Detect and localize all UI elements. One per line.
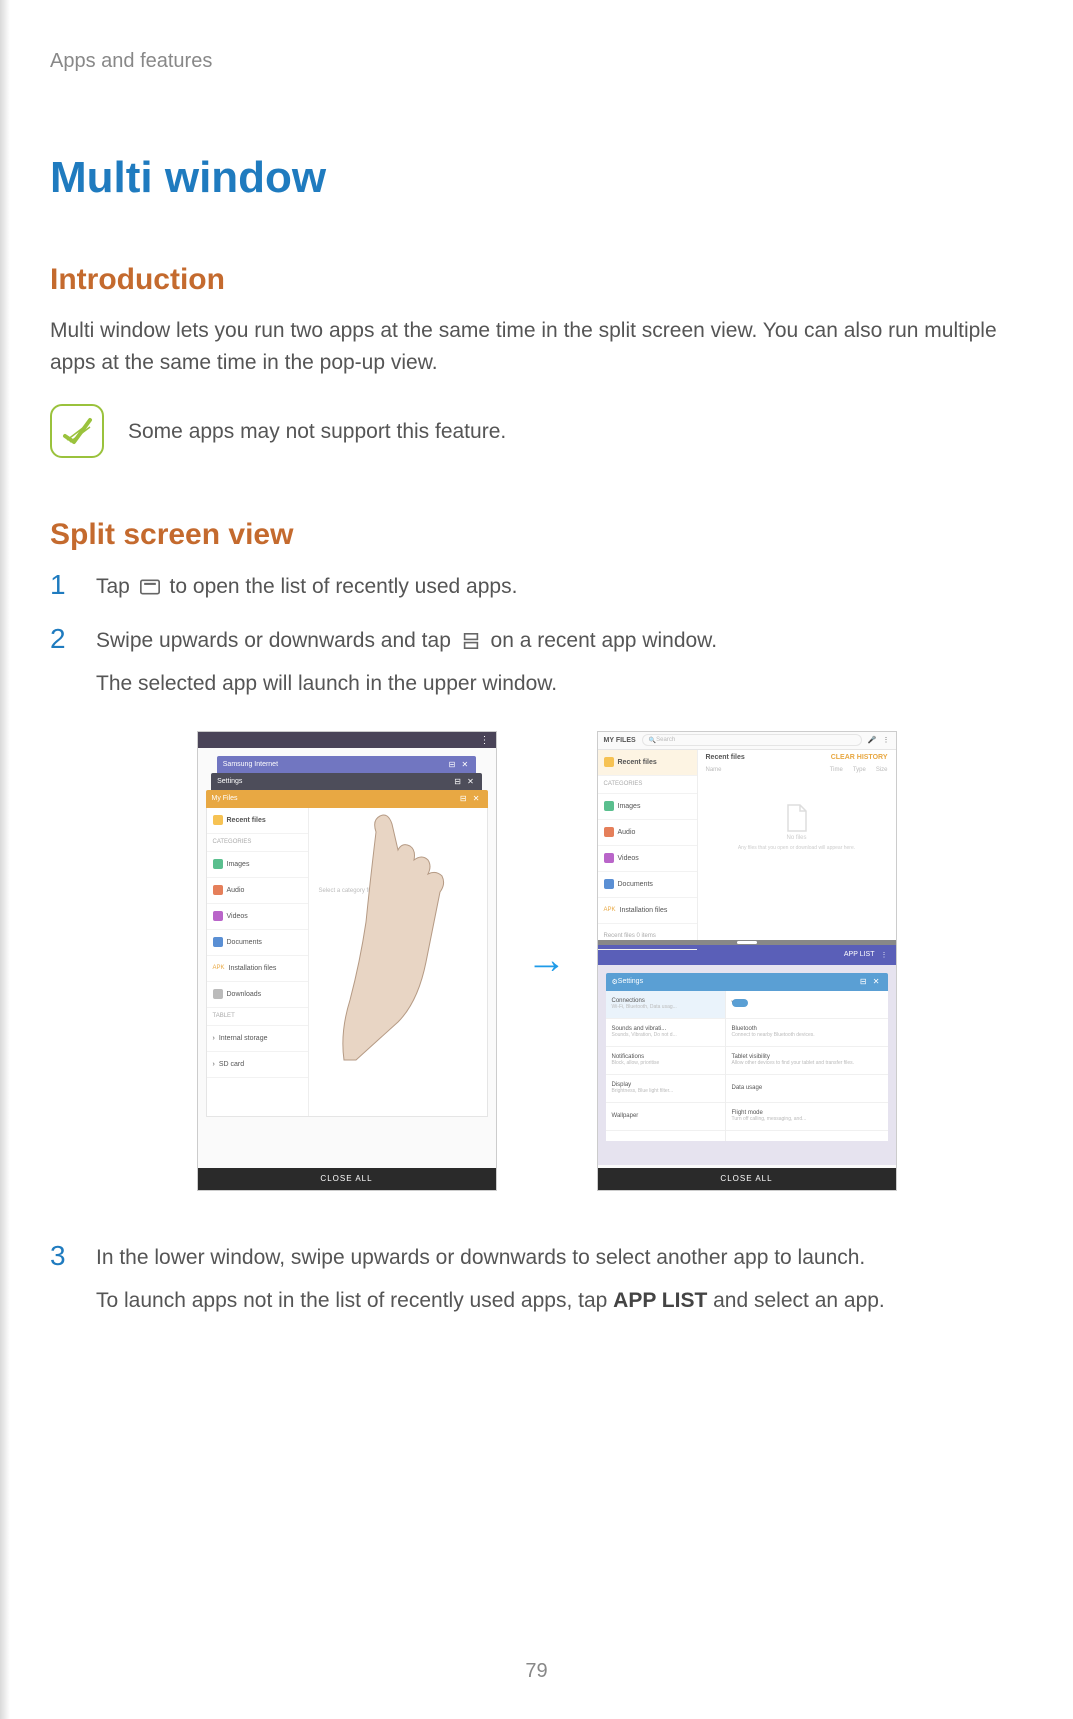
- step-number: 2: [50, 624, 78, 701]
- sidebar-category-label: CATEGORIES: [207, 834, 308, 852]
- stack-card: My Files⊟ ✕: [206, 790, 488, 808]
- sidebar-item: Images: [598, 794, 697, 820]
- panel-title: Recent files: [706, 754, 745, 761]
- empty-state: No files Any files that you open or down…: [706, 803, 888, 851]
- card-stack: Samsung Internet⊟ ✕ Settings⊟ ✕ My Files…: [198, 748, 496, 1117]
- section-heading-split: Split screen view: [50, 518, 1043, 552]
- sidebar-item: Documents: [207, 930, 308, 956]
- settings-item: Wallpaper: [606, 1103, 725, 1131]
- sidebar: Recent files CATEGORIES Images Audio Vid…: [207, 808, 309, 1116]
- main-panel: Select a category from the list on the l…: [309, 808, 487, 1116]
- note-icon: [50, 404, 104, 458]
- settings-detail-item: BluetoothConnect to nearby Bluetooth dev…: [726, 1019, 888, 1047]
- status-bar: ⋮: [198, 732, 496, 748]
- intro-text: Multi window lets you run two apps at th…: [50, 315, 1043, 378]
- empty-subtitle: Any files that you open or download will…: [706, 845, 888, 851]
- settings-detail-item: Flight modeTurn off calling, messaging, …: [726, 1103, 888, 1131]
- step-3: 3 In the lower window, swipe upwards or …: [50, 1241, 1043, 1318]
- lower-window: ⚙ Settings ⊟ ✕ ConnectionsWi-Fi, Bluetoo…: [598, 965, 896, 1165]
- arrow-icon: →: [527, 938, 567, 983]
- more-icon: ⋮: [881, 951, 888, 959]
- settings-detail-item: Data usage: [726, 1075, 888, 1103]
- upper-window: Recent files CATEGORIES Images Audio Vid…: [598, 750, 896, 940]
- step-text: To launch apps not in the list of recent…: [96, 1284, 1043, 1318]
- main-panel: Recent files CLEAR HISTORY Name Time Typ…: [698, 750, 896, 940]
- settings-item: NotificationsBlock, allow, prioritise: [606, 1047, 725, 1075]
- settings-nav: ConnectionsWi-Fi, Bluetooth, Data usag..…: [606, 991, 726, 1141]
- close-all-button: CLOSE ALL: [598, 1168, 896, 1190]
- step-text: to open the list of recently used apps.: [164, 575, 518, 598]
- sidebar-item: Videos: [598, 846, 697, 872]
- section-heading-introduction: Introduction: [50, 263, 1043, 297]
- step-text: on a recent app window.: [485, 629, 717, 652]
- page-number: 79: [525, 1660, 547, 1683]
- note-block: Some apps may not support this feature.: [50, 404, 1043, 458]
- figure-recents: ⋮ Samsung Internet⊟ ✕ Settings⊟ ✕ My Fil…: [197, 731, 497, 1191]
- sidebar: Recent files CATEGORIES Images Audio Vid…: [598, 750, 698, 940]
- settings-detail: Wi-Fi BluetoothConnect to nearby Bluetoo…: [726, 991, 888, 1141]
- sidebar-category-label: CATEGORIES: [598, 776, 697, 794]
- page-content: Apps and features Multi window Introduct…: [0, 0, 1073, 1378]
- app-title: MY FILES: [604, 737, 636, 744]
- step-text: Tap: [96, 575, 136, 598]
- mic-icon: 🎤: [868, 736, 877, 744]
- step-2: 2 Swipe upwards or downwards and tap on …: [50, 624, 1043, 701]
- stack-card: Samsung Internet⊟ ✕: [217, 756, 476, 774]
- settings-detail-item: Tablet visibilityAllow other devices to …: [726, 1047, 888, 1075]
- settings-item: DisplayBrightness, Blue light filter...: [606, 1075, 725, 1103]
- sidebar-item: Documents: [598, 872, 697, 898]
- step-number: 1: [50, 570, 78, 604]
- step-body: Tap to open the list of recently used ap…: [96, 570, 1043, 604]
- stack-card: Settings⊟ ✕: [211, 773, 482, 791]
- sidebar-item: Recent files: [207, 808, 308, 834]
- sidebar-category-label: TABLET: [207, 1008, 308, 1026]
- empty-title: No files: [706, 835, 888, 841]
- figure-split: MY FILES 🔍 Search 🎤 ⋮ Recent files CATEG…: [597, 731, 897, 1191]
- sidebar-item: APKInstallation files: [207, 956, 308, 982]
- split-divider: [598, 940, 896, 945]
- step-body: Swipe upwards or downwards and tap on a …: [96, 624, 1043, 701]
- step-1: 1 Tap to open the list of recently used …: [50, 570, 1043, 604]
- sidebar-footer: Recent files 0 items: [598, 924, 697, 950]
- app-header: MY FILES 🔍 Search 🎤 ⋮: [598, 732, 896, 750]
- close-all-button: CLOSE ALL: [198, 1168, 496, 1190]
- app-list-button: APP LIST: [844, 951, 875, 958]
- sidebar-item: Audio: [207, 878, 308, 904]
- step-extra: The selected app will launch in the uppe…: [96, 667, 1043, 701]
- settings-detail-item: Wi-Fi: [726, 991, 888, 1019]
- clear-history-button: CLEAR HISTORY: [831, 754, 888, 761]
- step-body: In the lower window, swipe upwards or do…: [96, 1241, 1043, 1318]
- sidebar-item: APKInstallation files: [598, 898, 697, 924]
- recents-icon: [140, 579, 160, 595]
- card-header: ⚙ Settings ⊟ ✕: [606, 973, 888, 991]
- breadcrumb: Apps and features: [50, 50, 1043, 73]
- step-text: In the lower window, swipe upwards or do…: [96, 1241, 1043, 1275]
- more-icon: ⋮: [883, 736, 890, 744]
- step-text: Swipe upwards or downwards and tap: [96, 629, 457, 652]
- settings-item: ConnectionsWi-Fi, Bluetooth, Data usag..…: [606, 991, 725, 1019]
- sidebar-item: Images: [207, 852, 308, 878]
- sidebar-item: Videos: [207, 904, 308, 930]
- sidebar-item: ›SD card: [207, 1052, 308, 1078]
- sidebar-item: ›Internal storage: [207, 1026, 308, 1052]
- page-title: Multi window: [50, 153, 1043, 203]
- step-number: 3: [50, 1241, 78, 1318]
- page-spine: [0, 0, 10, 1719]
- column-headers: Name Time Type Size: [706, 767, 888, 773]
- split-icon: [461, 633, 481, 649]
- sidebar-item: Downloads: [207, 982, 308, 1008]
- app-list-label: APP LIST: [613, 1289, 707, 1312]
- settings-content: ConnectionsWi-Fi, Bluetooth, Data usag..…: [606, 991, 888, 1141]
- sidebar-item: Recent files: [598, 750, 697, 776]
- search-input: 🔍 Search: [642, 734, 862, 746]
- note-text: Some apps may not support this feature.: [128, 404, 506, 448]
- settings-item: Sounds and vibrati...Sounds, Vibration, …: [606, 1019, 725, 1047]
- figure-row: ⋮ Samsung Internet⊟ ✕ Settings⊟ ✕ My Fil…: [50, 731, 1043, 1191]
- app-content: Recent files CATEGORIES Images Audio Vid…: [206, 807, 488, 1117]
- sidebar-item: Audio: [598, 820, 697, 846]
